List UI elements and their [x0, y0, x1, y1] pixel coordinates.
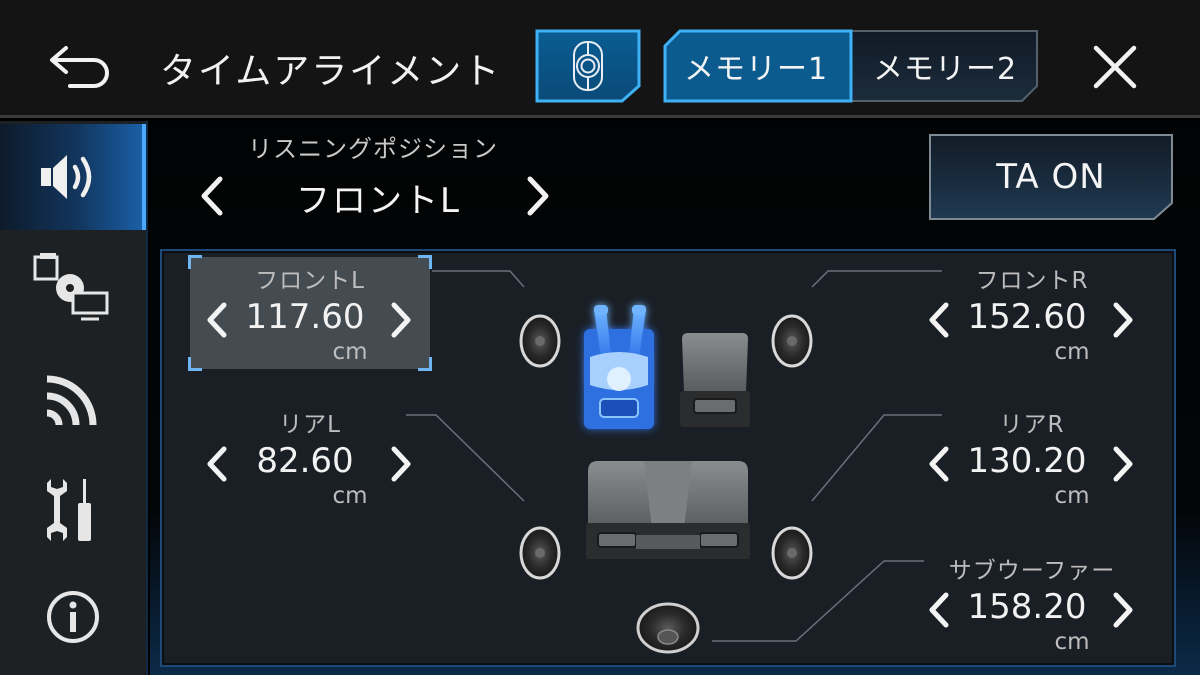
sidebar-item-audio[interactable] [0, 124, 146, 230]
front-left-decrease-button[interactable] [202, 297, 232, 343]
media-source-icon [33, 253, 109, 321]
front-left-increase-button[interactable] [386, 297, 416, 343]
wireless-signal-icon [46, 375, 97, 426]
seat-select-button[interactable] [534, 28, 642, 104]
info-icon [47, 591, 99, 643]
speaker-layout-panel: フロントL 117.60 cm フロントR 152.60 cm リアL 82.6… [162, 251, 1174, 665]
sidebar-item-source[interactable] [0, 234, 146, 340]
selection-corner [188, 357, 202, 371]
listening-position-next-button[interactable] [518, 171, 558, 221]
main-content: リスニングポジション フロントL TA ON フロントL 117.60 cm フ… [150, 121, 1200, 675]
speaker-rear-right-icon [771, 526, 813, 580]
unit-label: cm [1054, 629, 1090, 655]
chevron-left-icon [201, 176, 223, 216]
seat-icon [573, 41, 603, 91]
tab-memory-1[interactable]: メモリー1 [662, 28, 850, 104]
channel-name: リアR [999, 412, 1065, 438]
tools-icon [47, 479, 91, 541]
sidebar-item-information[interactable] [0, 564, 146, 670]
rear-right-decrease-button[interactable] [924, 441, 954, 487]
driver-seat-highlighted-icon [584, 305, 654, 429]
rear-bench-seat-icon [586, 461, 750, 559]
rear-right-value: 130.20 [967, 441, 1087, 481]
rear-left-decrease-button[interactable] [202, 441, 232, 487]
selection-corner [418, 357, 432, 371]
unit-label: cm [332, 483, 368, 509]
chevron-right-icon [1113, 446, 1133, 482]
sidebar-item-connectivity[interactable] [0, 346, 146, 452]
listening-position-prev-button[interactable] [192, 171, 232, 221]
subwoofer-decrease-button[interactable] [924, 587, 954, 633]
rear-right-increase-button[interactable] [1108, 441, 1138, 487]
chevron-right-icon [1113, 592, 1133, 628]
unit-label: cm [1054, 339, 1090, 365]
page-title: タイムアライメント [160, 51, 502, 92]
close-button[interactable] [1088, 40, 1142, 94]
channel-name: フロントR [975, 268, 1089, 294]
listening-position-value: フロントL [296, 181, 461, 221]
close-icon [1093, 45, 1137, 89]
chevron-left-icon [929, 446, 949, 482]
ta-on-label: TA ON [996, 157, 1106, 197]
chevron-right-icon [527, 176, 549, 216]
passenger-seat-icon [680, 333, 750, 427]
memory-tab-group: メモリー1 メモリー2 [662, 28, 1040, 104]
front-right-increase-button[interactable] [1108, 297, 1138, 343]
sidebar-item-system-settings[interactable] [0, 457, 146, 563]
listening-position-label: リスニングポジション [248, 135, 498, 163]
header-bar: タイムアライメント メモリー1 メモリー2 [0, 0, 1200, 118]
chevron-right-icon [1113, 302, 1133, 338]
channel-name: サブウーファー [948, 558, 1116, 584]
chevron-left-icon [929, 592, 949, 628]
channel-name: フロントL [255, 268, 365, 294]
tab-memory-2[interactable]: メモリー2 [850, 28, 1040, 104]
channel-name: リアL [279, 412, 341, 438]
subwoofer-increase-button[interactable] [1108, 587, 1138, 633]
speaker-icon [41, 155, 92, 199]
unit-label: cm [1054, 483, 1090, 509]
chevron-right-icon [391, 446, 411, 482]
speaker-front-left-icon [519, 314, 561, 368]
rear-left-increase-button[interactable] [386, 441, 416, 487]
front-right-decrease-button[interactable] [924, 297, 954, 343]
chevron-left-icon [207, 446, 227, 482]
unit-label: cm [332, 339, 368, 365]
subwoofer-value: 158.20 [967, 587, 1087, 627]
chevron-left-icon [207, 302, 227, 338]
front-left-value: 117.60 [245, 297, 365, 337]
channel-front-left[interactable]: フロントL 117.60 cm [188, 255, 432, 371]
speaker-front-right-icon [771, 314, 813, 368]
ta-on-button[interactable]: TA ON [928, 133, 1174, 221]
back-arrow-icon [50, 46, 109, 88]
front-right-value: 152.60 [967, 297, 1087, 337]
chevron-right-icon [391, 302, 411, 338]
subwoofer-icon [636, 602, 700, 654]
channel-rear-left[interactable]: リアL 82.60 cm [190, 401, 430, 513]
speaker-rear-left-icon [519, 526, 561, 580]
back-button[interactable] [44, 40, 118, 90]
rear-left-value: 82.60 [256, 441, 354, 481]
chevron-left-icon [929, 302, 949, 338]
channel-front-right[interactable]: フロントR 152.60 cm [912, 257, 1152, 369]
channel-rear-right[interactable]: リアR 130.20 cm [912, 401, 1152, 513]
channel-subwoofer[interactable]: サブウーファー 158.20 cm [912, 547, 1152, 659]
sidebar [0, 121, 148, 675]
